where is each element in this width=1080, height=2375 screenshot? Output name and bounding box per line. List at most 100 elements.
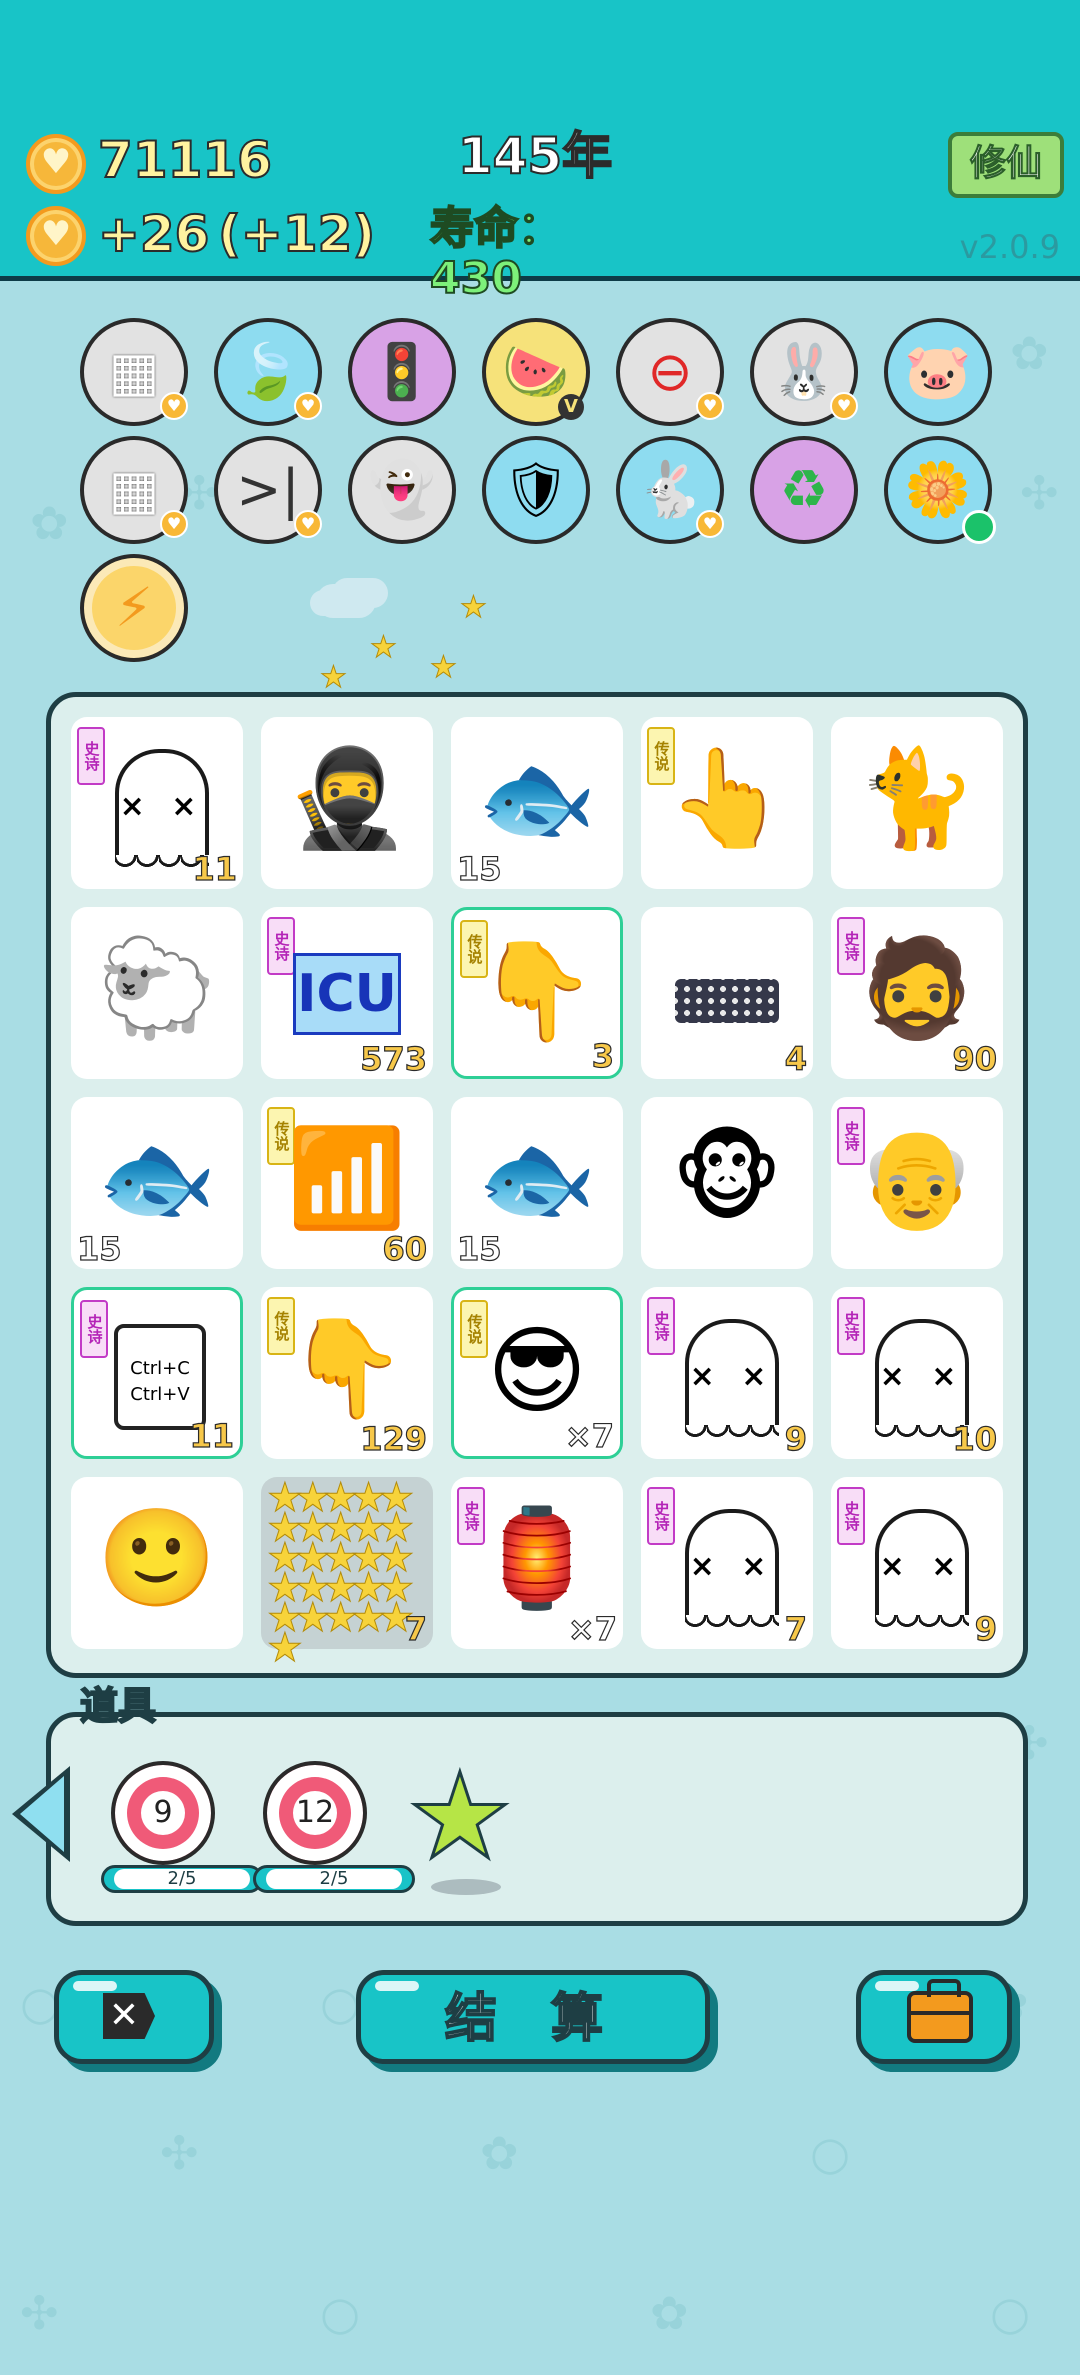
cell-count: 60 bbox=[382, 1229, 428, 1268]
board-cell-ghost[interactable]: 史诗 × × 10 bbox=[831, 1287, 1003, 1459]
fruit-bowl-icon: 🍉 bbox=[502, 340, 570, 403]
game-board: 史诗 × × 11 🥷 🐟 15 传说 👆 🐈 🐑 史诗 ICU 573 传说 … bbox=[46, 692, 1028, 1678]
skill-rabbit[interactable]: 🐰 ♥ bbox=[750, 318, 858, 426]
heart-badge-icon: ♥ bbox=[160, 392, 188, 420]
fish-icon: 🐟 bbox=[477, 742, 597, 854]
heart-badge-icon: ♥ bbox=[696, 510, 724, 538]
settle-button[interactable]: 结 算 bbox=[356, 1970, 710, 2064]
ctrl-v-label: Ctrl+V bbox=[130, 1384, 190, 1405]
cultivate-button[interactable]: 修仙 bbox=[948, 132, 1064, 198]
ghost-icon: × × bbox=[115, 749, 209, 869]
skill-rabbit-2[interactable]: 🐇 ♥ bbox=[616, 436, 724, 544]
cell-count: 129 bbox=[360, 1419, 428, 1458]
skill-lightning[interactable]: ⚡ bbox=[80, 554, 188, 662]
leaf-icon: 🍃 bbox=[234, 340, 302, 403]
board-cell-wifi[interactable]: 传说 📶 60 bbox=[261, 1097, 433, 1269]
skill-leaf[interactable]: 🍃 ♥ bbox=[214, 318, 322, 426]
item-progress: 2/5 bbox=[101, 1865, 263, 1893]
board-cell-ghost[interactable]: 史诗 × × 9 bbox=[641, 1287, 813, 1459]
keyboard-icon bbox=[675, 979, 779, 1023]
star-shadow bbox=[431, 1879, 501, 1895]
skill-recycle[interactable]: ♻ bbox=[750, 436, 858, 544]
pointing-down-hand-icon: 👇 bbox=[477, 935, 597, 1047]
items-label: 道具 bbox=[79, 1683, 157, 1729]
coin-count: 71116 bbox=[97, 131, 273, 189]
board-cell-ghost[interactable]: 史诗 × × 11 bbox=[71, 717, 243, 889]
board-cell-monkey[interactable]: 🐵 bbox=[641, 1097, 813, 1269]
cubes-icon: ▦ bbox=[108, 458, 160, 521]
cat-icon: 🐈 bbox=[857, 742, 977, 854]
icu-sign: ICU bbox=[293, 953, 401, 1035]
cell-count: 7 bbox=[784, 1609, 807, 1648]
board-cell-thief[interactable]: 🥷 bbox=[261, 717, 433, 889]
skill-fruit-bowl[interactable]: 🍉 V bbox=[482, 318, 590, 426]
board-cell-rabbit-house[interactable]: 史诗 🏮 ×7 bbox=[451, 1477, 623, 1649]
skill-cubes[interactable]: ▦ ♥ bbox=[80, 318, 188, 426]
board-cell-icu[interactable]: 史诗 ICU 573 bbox=[261, 907, 433, 1079]
board-cell-star-burst[interactable]: ★★★★★★★★★★★★★★★★★★★★★★★★★★ 7 bbox=[261, 1475, 433, 1671]
wifi-crown-icon: 📶 bbox=[287, 1122, 407, 1234]
skill-winking-ghost[interactable]: 👻 bbox=[348, 436, 456, 544]
item-progress-text: 2/5 bbox=[114, 1869, 250, 1889]
fish-icon: 🐟 bbox=[477, 1122, 597, 1234]
board-cell-sunglasses-man[interactable]: 传说 😎 ×7 bbox=[451, 1287, 623, 1459]
target-item-9[interactable]: 9 bbox=[111, 1761, 215, 1865]
skill-shield-wrench[interactable]: 🛡 bbox=[482, 436, 590, 544]
board-cell-pointing-hand[interactable]: 传说 👆 bbox=[641, 717, 813, 889]
top-status-bar: 71116 +26 (+12) 145年 寿命：430 修仙 v2.0.9 bbox=[0, 0, 1080, 305]
bearded-man-icon: 🧔 bbox=[857, 932, 977, 1044]
items-scroll-left-button[interactable] bbox=[12, 1766, 70, 1862]
target-value: 9 bbox=[141, 1791, 185, 1835]
star-icon[interactable]: ★ bbox=[406, 1756, 515, 1877]
skill-piggy-bank[interactable]: 🐷 bbox=[884, 318, 992, 426]
ctrl-c-label: Ctrl+C bbox=[130, 1358, 190, 1379]
skill-traffic-ghost[interactable]: 🚦 bbox=[348, 318, 456, 426]
traffic-light-ghost-icon: 🚦 bbox=[368, 340, 436, 403]
briefcase-icon bbox=[907, 1979, 973, 2043]
board-cell-face[interactable]: 🙂 bbox=[71, 1477, 243, 1649]
board-cell-pointing-down-hand[interactable]: 传说 👇 129 bbox=[261, 1287, 433, 1459]
v-badge-icon: V bbox=[558, 394, 584, 420]
board-cell-ghost[interactable]: 史诗 × × 9 bbox=[831, 1477, 1003, 1649]
board-cell-fish[interactable]: 🐟 15 bbox=[451, 717, 623, 889]
cell-count: ×7 bbox=[564, 1416, 614, 1455]
skill-cubes-2[interactable]: ▦ ♥ bbox=[80, 436, 188, 544]
ghost-icon: × × bbox=[685, 1319, 779, 1439]
lightning-icon: ⚡ bbox=[115, 576, 153, 639]
version-label: v2.0.9 bbox=[959, 228, 1060, 266]
shield-wrench-icon: 🛡 bbox=[501, 458, 571, 521]
back-button[interactable]: ✕ bbox=[54, 1970, 214, 2064]
skill-no-entry[interactable]: ⊖ ♥ bbox=[616, 318, 724, 426]
board-cell-fish[interactable]: 🐟 15 bbox=[451, 1097, 623, 1269]
board-cell-sheep[interactable]: 🐑 bbox=[71, 907, 243, 1079]
ghost-icon: × × bbox=[685, 1509, 779, 1629]
board-cell-keyboard[interactable]: 4 bbox=[641, 907, 813, 1079]
board-cell-bearded-man[interactable]: 史诗 🧔 90 bbox=[831, 907, 1003, 1079]
board-cell-cat[interactable]: 🐈 bbox=[831, 717, 1003, 889]
bag-button[interactable] bbox=[856, 1970, 1012, 2064]
board-cell-ghost[interactable]: 史诗 × × 7 bbox=[641, 1477, 813, 1649]
star-burst-icon: ★★★★★★★★★★★★★★★★★★★★★★★★★★ bbox=[267, 1475, 415, 1671]
income-bonus: (+12) bbox=[217, 205, 376, 263]
board-cell-fish[interactable]: 🐟 15 bbox=[71, 1097, 243, 1269]
online-dot-icon bbox=[962, 510, 996, 544]
cell-count: 15 bbox=[456, 1229, 502, 1268]
cell-count: 11 bbox=[189, 1416, 235, 1455]
target-item-12[interactable]: 12 bbox=[263, 1761, 367, 1865]
item-progress-text: 2/5 bbox=[266, 1869, 402, 1889]
board-cell-old-man[interactable]: 史诗 👴 bbox=[831, 1097, 1003, 1269]
skill-potted-flower[interactable]: 🌼 bbox=[884, 436, 996, 544]
skill-skip[interactable]: >| ♥ bbox=[214, 436, 322, 544]
epic-tag: 史诗 bbox=[837, 1297, 865, 1355]
epic-tag: 史诗 bbox=[77, 727, 105, 785]
income-coin-icon bbox=[26, 206, 86, 266]
board-cell-ctrl-cv[interactable]: 史诗 Ctrl+C Ctrl+V 11 bbox=[71, 1287, 243, 1459]
ghost-icon: × × bbox=[875, 1319, 969, 1439]
winking-ghost-icon: 👻 bbox=[368, 458, 436, 521]
face-icon: 🙂 bbox=[97, 1502, 217, 1614]
cubes-icon: ▦ bbox=[108, 340, 160, 403]
items-panel: 9 2/5 12 2/5 ★ bbox=[46, 1712, 1028, 1926]
pointing-hand-icon: 👆 bbox=[667, 742, 787, 854]
piggy-bank-icon: 🐷 bbox=[904, 340, 972, 403]
board-cell-pointing-down-hand[interactable]: 传说 👇 3 bbox=[451, 907, 623, 1079]
